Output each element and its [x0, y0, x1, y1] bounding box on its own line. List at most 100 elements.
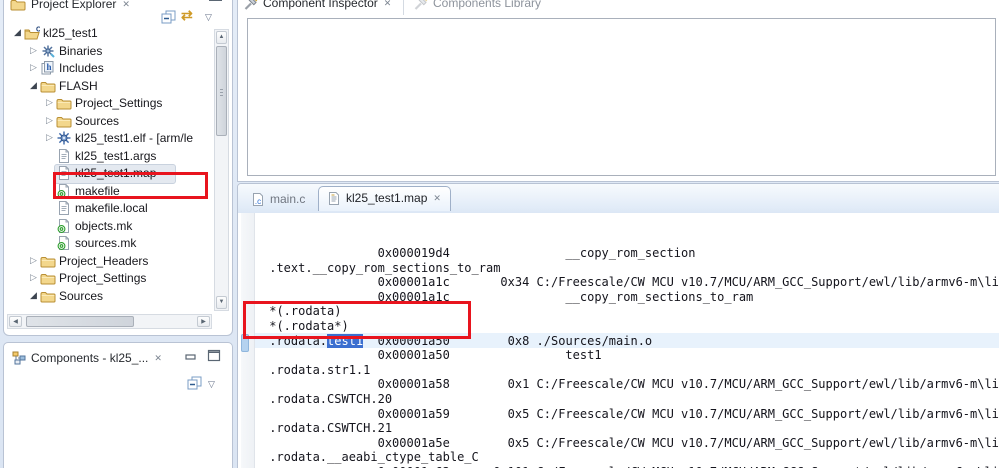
tree-vertical-scrollbar[interactable]: ▲ ▼ — [214, 29, 229, 311]
tab-components[interactable]: Components - kl25_... ✕ — [12, 351, 163, 365]
makefile-icon — [56, 218, 72, 234]
tree-item-project-headers[interactable]: ▷ Project_Headers — [4, 253, 214, 270]
expander-collapsed-icon[interactable]: ▷ — [44, 115, 55, 126]
makefile-icon — [56, 235, 72, 251]
tree-item-flash[interactable]: ◢ FLASH — [4, 78, 214, 95]
scroll-right-icon[interactable]: ▶ — [197, 316, 210, 327]
collapse-all-button[interactable] — [187, 376, 203, 391]
folder-icon — [40, 253, 56, 269]
tree-item-label: kl25_test1.elf - [arm/le — [75, 131, 194, 145]
tree-item-makefile-local[interactable]: makefile.local — [4, 200, 214, 217]
tree-item-label: Project_Settings — [59, 271, 147, 285]
view-menu-icon[interactable]: ▽ — [208, 379, 215, 390]
tree-item-project-settings[interactable]: ▷ Project_Settings — [4, 95, 214, 112]
annotation-ruler[interactable] — [241, 213, 255, 468]
tab-main-c[interactable]: .c main.c — [245, 188, 311, 210]
project-explorer-panel: Project Explorer ✕ ⇄ ▽ ◢Ckl25_test1▷Bina… — [3, 0, 233, 336]
c-file-icon: .c — [251, 192, 265, 206]
project-folder-icon: C — [24, 25, 40, 41]
expander-collapsed-icon[interactable]: ▷ — [28, 62, 39, 73]
folder-icon — [40, 288, 56, 304]
tab-components-label: Components - kl25_... — [31, 351, 149, 365]
folder-icon — [56, 113, 72, 129]
expander-expanded-icon[interactable]: ◢ — [28, 80, 39, 91]
tree-item-label: Includes — [59, 61, 104, 75]
tab-components-library-label: Components Library — [433, 0, 542, 10]
tab-component-inspector-label: Component Inspector — [263, 0, 378, 10]
tree-item-sources[interactable]: ▷ Sources — [4, 113, 214, 130]
map-line: 0x00001a59 0x5 C:/Freescale/CW MCU v10.7… — [262, 406, 999, 421]
tree-item-kl25-test1[interactable]: ◢ Ckl25_test1 — [4, 25, 214, 42]
tab-main-c-label: main.c — [270, 192, 306, 206]
expander-collapsed-icon[interactable]: ▷ — [44, 97, 55, 108]
map-line: .rodata.CSWTCH.20 — [262, 391, 393, 406]
map-file-icon — [327, 191, 341, 205]
tree-item-sources[interactable]: ◢ Sources — [4, 288, 214, 305]
expander-collapsed-icon[interactable]: ▷ — [28, 272, 39, 283]
elf-icon — [56, 130, 72, 146]
tree-item-label: objects.mk — [75, 218, 133, 233]
file-icon — [56, 148, 72, 164]
workbench: Project Explorer ✕ ⇄ ▽ ◢Ckl25_test1▷Bina… — [0, 0, 999, 468]
close-icon[interactable]: ✕ — [153, 353, 163, 364]
components-library-icon — [414, 0, 428, 10]
expander-collapsed-icon[interactable]: ▷ — [28, 255, 39, 266]
svg-text:h: h — [46, 62, 51, 72]
tree-item-label: kl25_test1 — [43, 26, 98, 40]
expander-collapsed-icon[interactable]: ▷ — [28, 45, 39, 56]
file-icon — [56, 200, 72, 216]
binaries-icon — [40, 43, 56, 59]
map-file-editor[interactable]: 0x000019d4 __copy_rom_section .text.__co… — [238, 213, 999, 468]
tree-item-kl25-test1-elf-arm-le[interactable]: ▷ kl25_test1.elf - [arm/le — [4, 130, 214, 147]
tree-item-label: Binaries — [59, 43, 103, 58]
map-line: 0x00001a5e 0x5 C:/Freescale/CW MCU v10.7… — [262, 435, 999, 450]
red-annotation-box-tree — [53, 172, 208, 199]
expander-expanded-icon[interactable]: ◢ — [12, 27, 23, 38]
tree-item-label: FLASH — [59, 78, 98, 93]
tree-item-label: Sources — [75, 113, 120, 128]
map-line: .rodata.CSWTCH.21 — [262, 421, 393, 436]
minimize-button[interactable] — [184, 351, 198, 363]
project-tree: ◢ Ckl25_test1 ▷ Binaries ▷ h Includes ◢ FLASH ▷ Pr… — [4, 0, 214, 313]
map-file-text: 0x000019d4 __copy_rom_section .text.__co… — [262, 246, 999, 468]
folder-icon — [40, 78, 56, 94]
map-line: 0x00001a50 test1 — [262, 348, 602, 363]
tree-item-kl25-test1-args[interactable]: kl25_test1.args — [4, 148, 214, 165]
tree-item-includes[interactable]: ▷ h Includes — [4, 60, 214, 77]
map-line: 0x000019d4 __copy_rom_section — [262, 246, 696, 260]
scroll-left-icon[interactable]: ◀ — [9, 316, 22, 327]
component-inspector-panel: Component Inspector ✕ Components Library — [237, 0, 999, 182]
tree-item-label: makefile.local — [75, 201, 148, 215]
map-line: .rodata.__aeabi_ctype_table_C — [262, 450, 479, 465]
scroll-thumb[interactable] — [216, 46, 227, 136]
components-icon — [12, 351, 26, 365]
tree-item-objects-mk[interactable]: objects.mk — [4, 218, 214, 235]
components-panel: Components - kl25_... ✕ ▽ — [3, 342, 233, 468]
tab-component-inspector[interactable]: Component Inspector ✕ — [244, 0, 392, 10]
tree-horizontal-scrollbar[interactable]: ◀ ▶ — [7, 314, 212, 329]
tree-item-label: Project_Settings — [75, 96, 163, 110]
scroll-thumb[interactable] — [26, 316, 134, 327]
map-line: .rodata.str1.1 — [262, 362, 371, 377]
expander-expanded-icon[interactable]: ◢ — [28, 290, 39, 301]
editor-tabbar: .c main.c kl25_test1.map ✕ — [238, 184, 999, 214]
close-icon[interactable]: ✕ — [432, 193, 442, 204]
maximize-button[interactable] — [207, 349, 221, 363]
map-line: 0x00001a1c 0x34 C:/Freescale/CW MCU v10.… — [262, 275, 999, 290]
tab-kl25-test1-map-label: kl25_test1.map — [346, 191, 428, 205]
tree-item-project-settings[interactable]: ▷ Project_Settings — [4, 270, 214, 287]
includes-icon: h — [40, 60, 56, 76]
tree-item-binaries[interactable]: ▷ Binaries — [4, 43, 214, 60]
svg-text:.c: .c — [255, 197, 261, 206]
tree-item-label: kl25_test1.args — [75, 148, 157, 163]
close-icon[interactable]: ✕ — [383, 0, 393, 9]
expander-collapsed-icon[interactable]: ▷ — [44, 132, 55, 143]
tree-item-label: Project_Headers — [59, 253, 149, 268]
tab-kl25-test1-map[interactable]: kl25_test1.map ✕ — [318, 186, 451, 211]
scroll-up-icon[interactable]: ▲ — [216, 31, 227, 44]
map-line: 0x00001a58 0x1 C:/Freescale/CW MCU v10.7… — [262, 377, 999, 392]
tab-components-library[interactable]: Components Library — [414, 0, 541, 10]
tree-item-sources-mk[interactable]: sources.mk — [4, 235, 214, 252]
scroll-down-icon[interactable]: ▼ — [216, 296, 227, 309]
folder-icon — [56, 95, 72, 111]
